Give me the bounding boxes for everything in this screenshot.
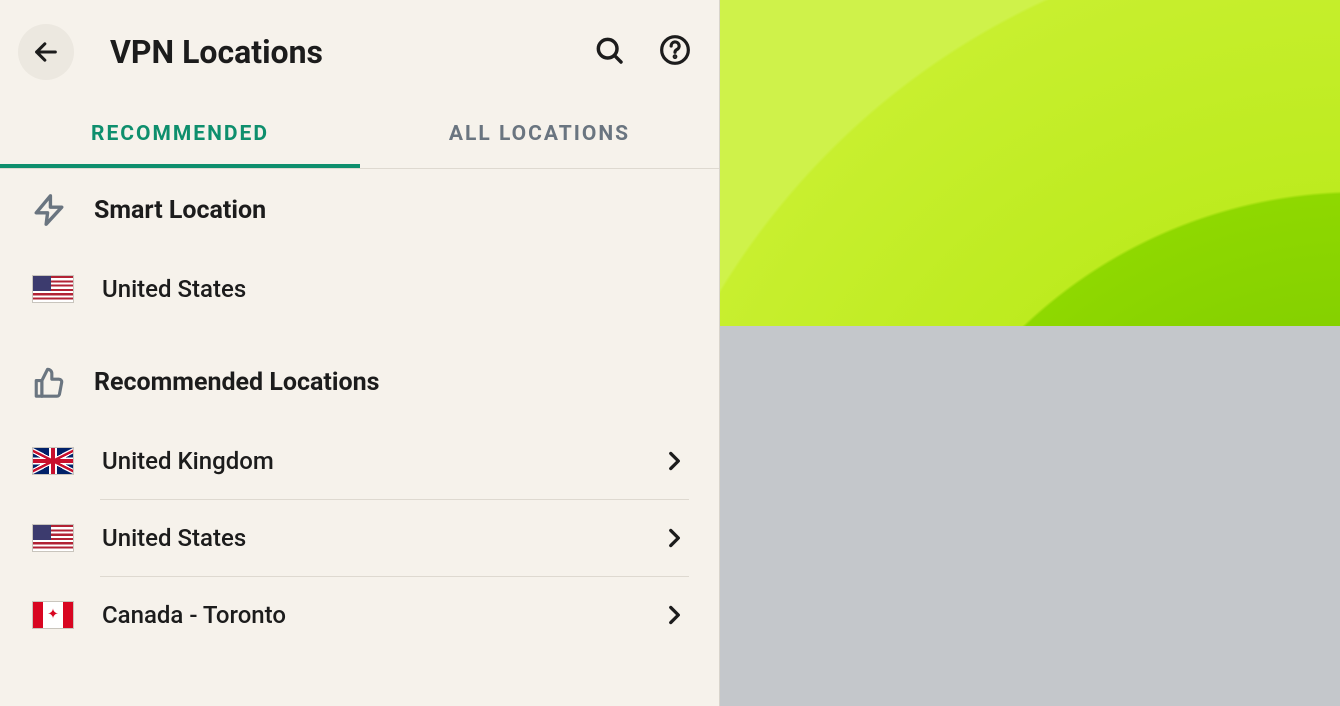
smart-location-header: Smart Location xyxy=(0,169,719,251)
hero-background xyxy=(720,0,1340,326)
section-label: Recommended Locations xyxy=(94,368,379,397)
back-button[interactable] xyxy=(18,24,74,80)
panel-header: VPN Locations xyxy=(0,0,719,104)
flag-icon xyxy=(32,447,74,475)
flag-icon xyxy=(32,524,74,552)
locations-list: Smart Location United States Recommended… xyxy=(0,169,719,706)
tabs: RECOMMENDED ALL LOCATIONS xyxy=(0,104,719,169)
location-name: United States xyxy=(102,524,633,552)
recommended-header: Recommended Locations xyxy=(0,341,719,423)
location-item-ca[interactable]: Canada - Toronto xyxy=(0,577,719,653)
tab-all-locations[interactable]: ALL LOCATIONS xyxy=(360,104,719,168)
location-name: United Kingdom xyxy=(102,447,633,475)
lightning-icon xyxy=(32,193,66,227)
locations-panel: VPN Locations RECOMMENDED ALL LOCATIONS … xyxy=(0,0,720,706)
location-item-uk[interactable]: United Kingdom xyxy=(0,423,719,499)
location-name: Canada - Toronto xyxy=(102,601,633,629)
panel-title: VPN Locations xyxy=(110,33,593,71)
chevron-right-icon xyxy=(661,448,687,474)
chevron-right-icon xyxy=(661,602,687,628)
help-button[interactable] xyxy=(659,34,691,70)
chevron-right-icon xyxy=(661,525,687,551)
arrow-left-icon xyxy=(32,38,60,66)
search-icon xyxy=(593,34,625,66)
tab-recommended[interactable]: RECOMMENDED xyxy=(0,104,360,168)
location-item-us[interactable]: United States xyxy=(0,500,719,576)
flag-icon xyxy=(32,601,74,629)
thumbs-up-icon xyxy=(32,365,66,399)
main-panel: Connected ••• ther apps securely. xyxy=(720,0,1340,706)
flag-icon xyxy=(32,275,74,303)
search-button[interactable] xyxy=(593,34,625,70)
help-circle-icon xyxy=(659,34,691,66)
location-name: United States xyxy=(102,275,687,303)
smart-location-item[interactable]: United States xyxy=(0,251,719,327)
section-label: Smart Location xyxy=(94,196,266,225)
